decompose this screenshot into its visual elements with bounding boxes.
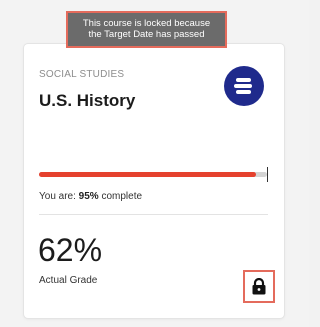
tooltip-line-1: This course is locked because <box>82 18 211 29</box>
progress-target-marker <box>267 167 268 182</box>
progress-suffix: complete <box>101 191 143 202</box>
progress-percent: 95% <box>78 191 99 202</box>
logo-bar-bottom <box>236 90 251 94</box>
progress-fill <box>39 172 256 177</box>
grade-label: Actual Grade <box>39 275 98 286</box>
page: SOCIAL STUDIES U.S. History You are: 95%… <box>0 0 309 327</box>
logo-bar-middle <box>234 84 252 88</box>
locked-tooltip: This course is locked because the Target… <box>66 11 227 48</box>
tooltip-line-2: the Target Date has passed <box>88 29 205 40</box>
lock-button[interactable] <box>243 270 275 303</box>
course-card[interactable]: SOCIAL STUDIES U.S. History You are: 95%… <box>24 44 284 318</box>
progress-text: You are: 95% complete <box>39 191 142 202</box>
course-subject: SOCIAL STUDIES <box>39 69 125 80</box>
progress-bar <box>39 172 267 177</box>
logo-bar-top <box>236 78 251 82</box>
progress-prefix: You are: <box>39 191 76 202</box>
divider <box>39 214 268 215</box>
lock-icon <box>252 278 266 295</box>
edmentum-logo-icon <box>224 66 264 106</box>
grade-value: 62% <box>38 232 103 268</box>
course-title[interactable]: U.S. History <box>39 91 135 111</box>
